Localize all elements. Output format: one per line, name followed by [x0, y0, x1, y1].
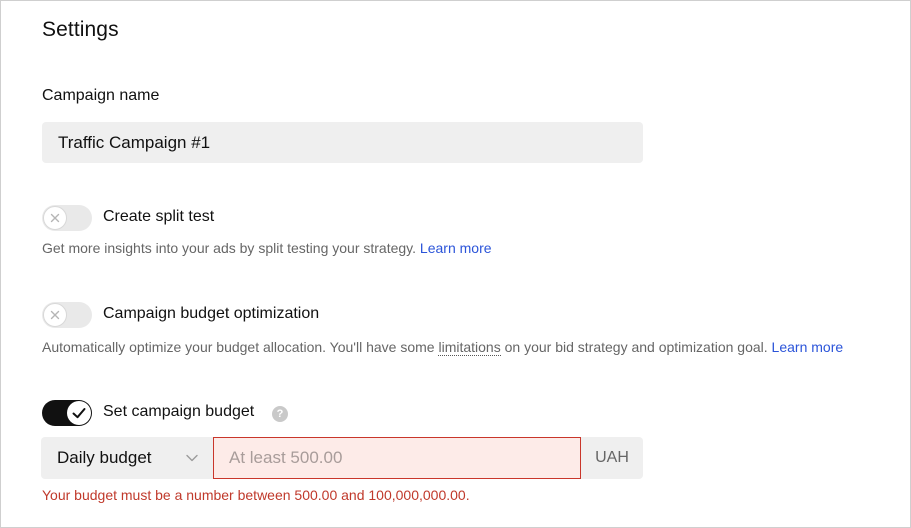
budget-optimization-helper-text-after: on your bid strategy and optimization go…: [504, 339, 768, 355]
budget-error-message: Your budget must be a number between 500…: [42, 487, 470, 503]
budget-optimization-learn-more-link[interactable]: Learn more: [772, 339, 844, 355]
budget-optimization-helper-text: Automatically optimize your budget alloc…: [42, 339, 435, 355]
budget-type-select[interactable]: Daily budget: [41, 437, 213, 479]
campaign-name-input[interactable]: [42, 122, 643, 163]
toggle-knob: [43, 206, 67, 230]
settings-panel: Settings Campaign name Create split test…: [0, 0, 911, 528]
budget-type-value: Daily budget: [57, 448, 152, 467]
toggle-knob: [67, 401, 91, 425]
split-test-helper-text: Get more insights into your ads by split…: [42, 240, 417, 256]
budget-optimization-helper: Automatically optimize your budget alloc…: [42, 339, 844, 356]
split-test-helper: Get more insights into your ads by split…: [42, 240, 492, 256]
campaign-name-label: Campaign name: [42, 87, 160, 104]
budget-optimization-toggle[interactable]: [42, 302, 92, 328]
split-test-label: Create split test: [103, 208, 215, 225]
limitations-link[interactable]: limitations: [438, 339, 501, 356]
question-circle-icon[interactable]: ?: [272, 406, 288, 422]
close-icon: [50, 310, 60, 320]
check-icon: [72, 408, 86, 419]
currency-label: UAH: [581, 437, 643, 479]
chevron-down-icon: [186, 454, 198, 462]
budget-amount-input[interactable]: [213, 437, 581, 479]
page-title: Settings: [42, 18, 119, 41]
split-test-toggle[interactable]: [42, 205, 92, 231]
toggle-knob: [43, 303, 67, 327]
split-test-learn-more-link[interactable]: Learn more: [420, 240, 492, 256]
set-budget-label: Set campaign budget: [103, 403, 255, 420]
close-icon: [50, 213, 60, 223]
set-budget-toggle[interactable]: [42, 400, 92, 426]
budget-optimization-label: Campaign budget optimization: [103, 305, 320, 322]
